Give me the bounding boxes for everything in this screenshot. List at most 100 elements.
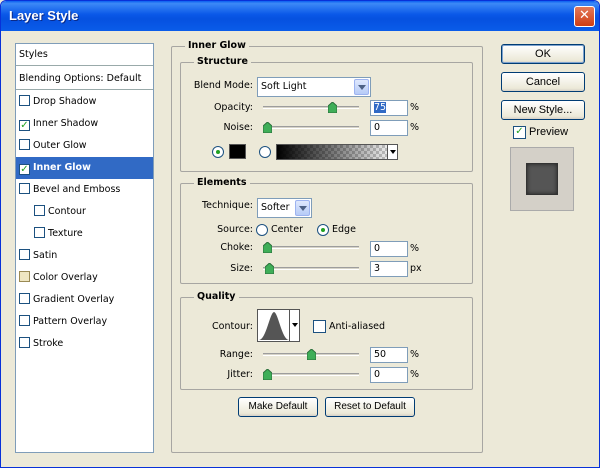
gradient-dropdown-icon[interactable] bbox=[387, 145, 397, 159]
size-slider-thumb[interactable] bbox=[264, 263, 274, 274]
style-item-outer-glow[interactable]: Outer Glow bbox=[16, 135, 153, 157]
gradient-radio[interactable] bbox=[259, 146, 271, 158]
style-item-drop-shadow[interactable]: Drop Shadow bbox=[16, 91, 153, 113]
texture-checkbox[interactable] bbox=[34, 227, 45, 238]
ok-button[interactable]: OK bbox=[501, 44, 585, 64]
choke-unit: % bbox=[410, 243, 420, 254]
blend-mode-label: Blend Mode: bbox=[193, 80, 253, 91]
choke-slider-track[interactable] bbox=[263, 246, 359, 249]
structure-title: Structure bbox=[194, 56, 251, 67]
preview-checkbox[interactable]: ✓ bbox=[513, 126, 526, 139]
choke-slider-thumb[interactable] bbox=[263, 242, 272, 253]
drop-shadow-checkbox[interactable] bbox=[19, 95, 30, 106]
choke-label: Choke: bbox=[220, 242, 253, 253]
close-icon: ✕ bbox=[579, 8, 590, 23]
styles-list: Styles Blending Options: Default Drop Sh… bbox=[15, 43, 154, 453]
size-unit: px bbox=[410, 263, 422, 274]
chevron-down-icon[interactable] bbox=[354, 79, 369, 95]
style-item-stroke[interactable]: Stroke bbox=[16, 333, 153, 355]
noise-value: 0 bbox=[374, 122, 381, 133]
opacity-label: Opacity: bbox=[213, 102, 253, 113]
pattern-overlay-checkbox[interactable] bbox=[19, 315, 30, 326]
contour-picker[interactable] bbox=[257, 309, 300, 342]
opacity-slider-track[interactable] bbox=[263, 106, 359, 109]
style-item-inner-shadow[interactable]: ✓ Inner Shadow bbox=[16, 113, 153, 135]
jitter-label: Jitter: bbox=[227, 369, 253, 380]
opacity-value: 75 bbox=[374, 102, 387, 113]
blending-options-item[interactable]: Blending Options: Default bbox=[16, 68, 153, 90]
cancel-button[interactable]: Cancel bbox=[501, 72, 585, 92]
jitter-unit: % bbox=[410, 369, 420, 380]
style-item-bevel-emboss[interactable]: Bevel and Emboss bbox=[16, 179, 153, 201]
source-center-label: Center bbox=[271, 224, 303, 235]
technique-value: Softer bbox=[261, 202, 290, 213]
reset-default-button[interactable]: Reset to Default bbox=[325, 397, 415, 417]
contour-checkbox[interactable] bbox=[34, 205, 45, 216]
style-preview-box bbox=[510, 147, 574, 211]
noise-slider-track[interactable] bbox=[263, 126, 359, 129]
blend-mode-select[interactable]: Soft Light bbox=[257, 77, 371, 97]
inner-shadow-checkbox[interactable]: ✓ bbox=[19, 120, 30, 131]
source-label: Source: bbox=[217, 224, 253, 235]
glow-color-swatch[interactable] bbox=[229, 144, 246, 159]
technique-select[interactable]: Softer bbox=[257, 198, 312, 218]
style-preview-swatch bbox=[526, 163, 558, 195]
opacity-input[interactable]: 75 bbox=[370, 100, 408, 116]
color-overlay-checkbox[interactable] bbox=[19, 271, 30, 282]
noise-unit: % bbox=[410, 122, 420, 133]
style-item-label: Bevel and Emboss bbox=[33, 184, 121, 195]
noise-input[interactable]: 0 bbox=[370, 120, 408, 136]
satin-checkbox[interactable] bbox=[19, 249, 30, 260]
style-item-pattern-overlay[interactable]: Pattern Overlay bbox=[16, 311, 153, 333]
anti-aliased-checkbox[interactable] bbox=[313, 320, 326, 333]
layer-style-dialog: Layer Style ✕ Styles Blending Options: D… bbox=[0, 0, 600, 468]
opacity-unit: % bbox=[410, 102, 420, 113]
size-input[interactable]: 3 bbox=[370, 261, 408, 277]
gradient-overlay-checkbox[interactable] bbox=[19, 293, 30, 304]
quality-title: Quality bbox=[194, 291, 239, 302]
choke-value: 0 bbox=[374, 243, 381, 254]
source-center-radio[interactable] bbox=[256, 224, 268, 236]
size-label: Size: bbox=[230, 263, 253, 274]
style-item-satin[interactable]: Satin bbox=[16, 245, 153, 267]
style-item-label: Drop Shadow bbox=[33, 96, 97, 107]
jitter-input[interactable]: 0 bbox=[370, 367, 408, 383]
close-button[interactable]: ✕ bbox=[574, 6, 595, 27]
window-title: Layer Style bbox=[9, 8, 79, 23]
noise-slider-thumb[interactable] bbox=[263, 122, 272, 133]
opacity-slider-thumb[interactable] bbox=[328, 102, 338, 113]
bevel-emboss-checkbox[interactable] bbox=[19, 183, 30, 194]
styles-header[interactable]: Styles bbox=[16, 44, 153, 66]
elements-title: Elements bbox=[194, 177, 250, 188]
color-radio[interactable] bbox=[212, 146, 224, 158]
glow-gradient-picker[interactable] bbox=[276, 144, 398, 160]
contour-curve-icon bbox=[259, 312, 289, 340]
inner-glow-checkbox[interactable]: ✓ bbox=[19, 164, 30, 175]
new-style-button[interactable]: New Style... bbox=[501, 100, 585, 120]
style-item-label: Color Overlay bbox=[33, 272, 98, 283]
range-label: Range: bbox=[219, 349, 253, 360]
choke-input[interactable]: 0 bbox=[370, 241, 408, 257]
jitter-value: 0 bbox=[374, 369, 381, 380]
range-slider-thumb[interactable] bbox=[306, 349, 316, 360]
chevron-down-icon[interactable] bbox=[295, 200, 310, 216]
style-item-color-overlay[interactable]: Color Overlay bbox=[16, 267, 153, 289]
style-item-gradient-overlay[interactable]: Gradient Overlay bbox=[16, 289, 153, 311]
reset-default-label: Reset to Default bbox=[334, 401, 406, 412]
style-item-label: Inner Glow bbox=[33, 162, 91, 173]
technique-label: Technique: bbox=[201, 200, 253, 211]
style-item-texture[interactable]: Texture bbox=[16, 223, 153, 245]
stroke-checkbox[interactable] bbox=[19, 337, 30, 348]
title-bar[interactable]: Layer Style ✕ bbox=[1, 1, 599, 31]
size-value: 3 bbox=[374, 263, 381, 274]
make-default-button[interactable]: Make Default bbox=[238, 397, 318, 417]
outer-glow-checkbox[interactable] bbox=[19, 139, 30, 150]
range-input[interactable]: 50 bbox=[370, 347, 408, 363]
contour-dropdown-icon[interactable] bbox=[289, 310, 299, 341]
jitter-slider-track[interactable] bbox=[263, 373, 359, 376]
source-edge-radio[interactable] bbox=[317, 224, 329, 236]
style-item-contour[interactable]: Contour bbox=[16, 201, 153, 223]
jitter-slider-thumb[interactable] bbox=[263, 369, 272, 380]
size-slider-track[interactable] bbox=[263, 267, 359, 270]
style-item-inner-glow[interactable]: ✓ Inner Glow bbox=[16, 157, 153, 179]
